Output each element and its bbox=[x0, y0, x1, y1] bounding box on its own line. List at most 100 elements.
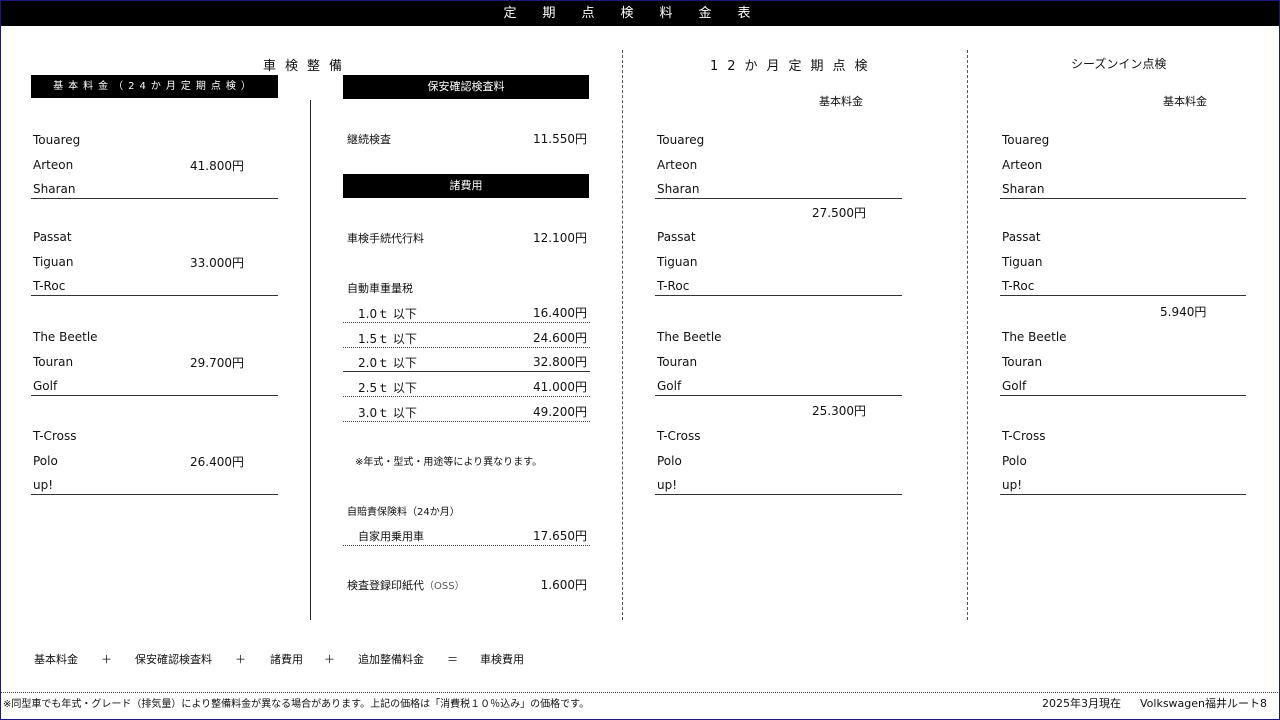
row-line bbox=[343, 396, 590, 398]
weight-tax-label: 2.5ｔ 以下 bbox=[358, 381, 417, 396]
model-name: Sharan bbox=[33, 182, 76, 196]
season-price: 5.940円 bbox=[1160, 305, 1207, 319]
group-divider bbox=[1000, 198, 1246, 199]
model-name: up! bbox=[33, 478, 54, 492]
group-divider bbox=[1000, 295, 1246, 296]
model-name: Sharan bbox=[657, 182, 700, 196]
group-divider bbox=[655, 395, 902, 396]
model-name: Polo bbox=[33, 453, 58, 468]
page-title: 定期点検料金表 bbox=[1, 1, 1279, 26]
model-name: Touran bbox=[1002, 354, 1043, 369]
model-name: The Beetle bbox=[657, 330, 722, 344]
group-divider bbox=[31, 395, 278, 396]
group-price: 41.800円 bbox=[190, 158, 244, 173]
model-name: Arteon bbox=[33, 157, 74, 172]
weight-tax-price: 24.600円 bbox=[533, 330, 587, 345]
model-name: Arteon bbox=[657, 157, 698, 172]
model-name: Touareg bbox=[33, 133, 81, 147]
weight-tax-price: 16.400円 bbox=[533, 306, 587, 320]
formula-operator: ＋ bbox=[101, 653, 112, 666]
model-name: T-Roc bbox=[1002, 279, 1035, 293]
model-name: Tiguan bbox=[657, 254, 698, 269]
model-name: up! bbox=[657, 478, 678, 492]
row-line bbox=[343, 346, 590, 348]
row-line bbox=[343, 371, 590, 373]
model-name: Tiguan bbox=[33, 254, 74, 269]
group-price: 29.700円 bbox=[190, 355, 244, 370]
model-name: Arteon bbox=[1002, 157, 1043, 172]
divider bbox=[967, 50, 968, 620]
model-name: Touareg bbox=[1002, 133, 1050, 147]
formula-operator: ＋ bbox=[235, 653, 246, 666]
model-name: Golf bbox=[33, 379, 58, 393]
group-divider bbox=[31, 295, 278, 296]
footer-dealer: Volkswagen福井ルート8 bbox=[1140, 697, 1268, 710]
season-heading: シーズンイン点検 bbox=[1071, 57, 1167, 71]
footer-line bbox=[1, 692, 1278, 693]
insurance-price: 17.650円 bbox=[533, 529, 587, 543]
model-name: up! bbox=[1002, 478, 1023, 492]
insurance-item: 自家用乗用車 bbox=[358, 530, 424, 543]
season-base-label: 基本料金 bbox=[1163, 95, 1207, 108]
formula-term: 基本料金 bbox=[34, 653, 78, 666]
weight-tax-label: 2.0ｔ 以下 bbox=[358, 356, 417, 371]
shaken-heading: 車検整備 bbox=[263, 59, 352, 74]
model-name: T-Cross bbox=[657, 429, 701, 443]
formula-term: 諸費用 bbox=[270, 653, 303, 666]
model-name: Polo bbox=[657, 453, 682, 468]
model-name: T-Cross bbox=[33, 429, 77, 443]
model-name: Passat bbox=[657, 230, 696, 244]
group-divider bbox=[1000, 395, 1246, 396]
model-name: Tiguan bbox=[1002, 254, 1043, 269]
divider bbox=[622, 50, 623, 620]
group-price: 26.400円 bbox=[190, 454, 244, 469]
weight-tax-label: 1.5ｔ 以下 bbox=[358, 331, 417, 346]
model-name: Touran bbox=[33, 354, 74, 369]
model-name: The Beetle bbox=[1002, 330, 1067, 344]
insurance-label: 自賠責保険料（24か月） bbox=[347, 507, 460, 518]
formula-operator: ＝ bbox=[447, 653, 458, 666]
model-name: T-Roc bbox=[657, 279, 690, 293]
safety-item: 継続検査 bbox=[347, 133, 391, 146]
model-name: The Beetle bbox=[33, 330, 98, 344]
twelve-price-a: 27.500円 bbox=[812, 206, 866, 220]
model-name: Polo bbox=[1002, 453, 1027, 468]
group-divider bbox=[655, 494, 902, 495]
footer-date: 2025年3月現在 bbox=[1042, 697, 1121, 710]
proxy-item: 車検手続代行料 bbox=[347, 232, 424, 245]
twelve-base-label: 基本料金 bbox=[819, 95, 863, 108]
model-name: Passat bbox=[1002, 230, 1041, 244]
proxy-price: 12.100円 bbox=[533, 231, 587, 245]
model-name: Touareg bbox=[657, 133, 705, 147]
row-line bbox=[343, 322, 590, 323]
misc-label: 諸費用 bbox=[343, 174, 589, 198]
twelve-heading: 12か月定期点検 bbox=[710, 59, 877, 74]
model-name: Golf bbox=[657, 379, 682, 393]
model-name: Golf bbox=[1002, 379, 1027, 393]
safety-label: 保安確認検査料 bbox=[343, 75, 589, 99]
formula-term: 車検費用 bbox=[480, 653, 524, 666]
weight-tax-label: 自動車重量税 bbox=[347, 282, 413, 295]
weight-tax-price: 32.800円 bbox=[533, 355, 587, 370]
model-name: Touran bbox=[657, 354, 698, 369]
divider bbox=[310, 100, 311, 620]
group-divider bbox=[1000, 494, 1246, 495]
stamp-price: 1.600円 bbox=[540, 578, 587, 592]
group-divider bbox=[655, 295, 902, 296]
group-price: 33.000円 bbox=[190, 255, 244, 270]
group-divider bbox=[655, 198, 902, 199]
formula-term: 保安確認検査料 bbox=[135, 653, 212, 666]
weight-tax-label: 1.0ｔ 以下 bbox=[358, 307, 417, 321]
weight-tax-price: 49.200円 bbox=[533, 404, 587, 419]
weight-tax-price: 41.000円 bbox=[533, 380, 587, 395]
formula-operator: ＋ bbox=[324, 653, 335, 666]
stamp-item: 検査登録印紙代（OSS） bbox=[347, 579, 465, 592]
footer-disclaimer: ※同型車でも年式・グレード（排気量）により整備料金が異なる場合があります。上記の… bbox=[3, 699, 590, 710]
row-line bbox=[343, 545, 590, 546]
safety-price: 11.550円 bbox=[533, 132, 587, 146]
weight-tax-label: 3.0ｔ 以下 bbox=[358, 405, 417, 420]
group-divider bbox=[31, 494, 278, 495]
model-name: Passat bbox=[33, 230, 72, 244]
twelve-price-b: 25.300円 bbox=[812, 404, 866, 418]
group-divider bbox=[31, 198, 278, 199]
